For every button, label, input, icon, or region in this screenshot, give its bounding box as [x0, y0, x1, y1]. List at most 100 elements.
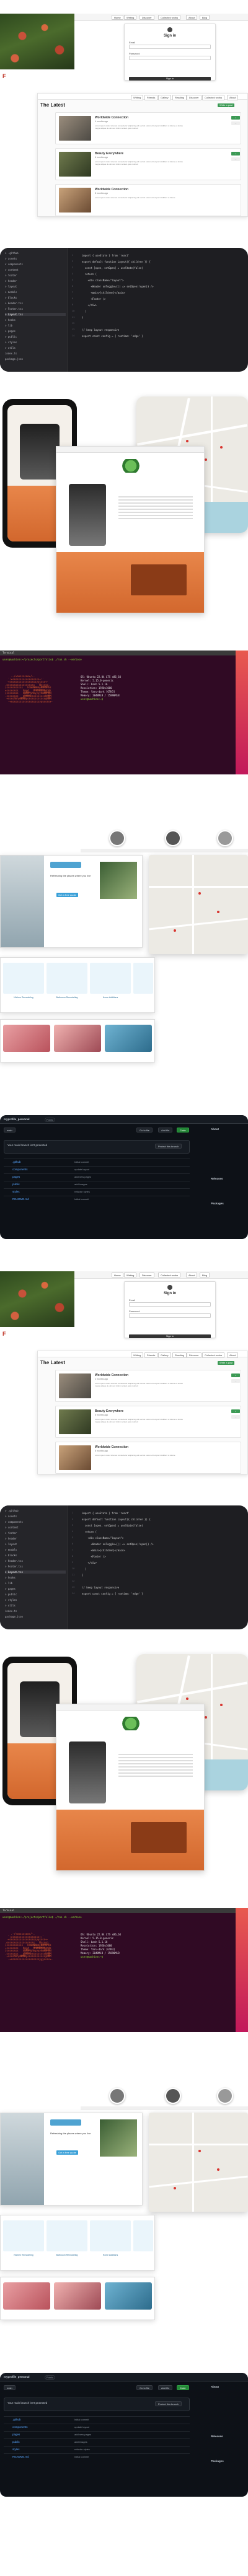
avatar[interactable] — [217, 2088, 233, 2104]
file-tree-item[interactable]: > public — [5, 1593, 17, 1596]
nav-writing[interactable]: Writing — [124, 1273, 137, 1277]
nav-home[interactable]: Home — [112, 15, 123, 20]
file-tree-item[interactable]: > Header.tsx — [5, 302, 23, 305]
gallery-photo[interactable] — [54, 1025, 101, 1052]
protect-branch-button[interactable]: Protect this branch — [155, 2401, 182, 2406]
commit-message[interactable]: add new pages — [74, 1175, 91, 1178]
protect-branch-button[interactable]: Protect this branch — [155, 1144, 182, 1149]
file-tree-item[interactable]: > .github — [5, 252, 19, 255]
code-line[interactable]: } — [82, 1574, 83, 1577]
file-name[interactable]: pages — [12, 2433, 20, 2436]
tab-writing[interactable]: Writing — [131, 95, 144, 100]
file-name[interactable]: public — [12, 1183, 20, 1186]
code-line[interactable]: const [open, setOpen] = useState(false) — [82, 1524, 143, 1527]
file-tree-item[interactable]: > header — [5, 279, 17, 283]
avatar[interactable] — [165, 830, 181, 846]
service-card[interactable] — [90, 963, 131, 994]
nav-collected[interactable]: Collected works — [158, 15, 181, 20]
file-tree-item[interactable]: > lib — [5, 1582, 12, 1585]
code-line[interactable]: <main>{children}</main> — [82, 1549, 125, 1552]
file-name[interactable]: .github — [12, 1160, 21, 1163]
tab-gallery[interactable]: Gallery — [158, 95, 171, 100]
file-tree-item[interactable]: index.ts — [5, 1610, 17, 1613]
file-name[interactable]: .github — [12, 2418, 21, 2421]
file-row[interactable] — [4, 2438, 190, 2445]
file-row[interactable] — [4, 1188, 190, 1194]
tab-collected[interactable]: Collected works — [202, 1352, 225, 1358]
tab-gallery[interactable]: Gallery — [158, 1352, 171, 1358]
code-line[interactable]: <div className="layout"> — [82, 279, 124, 282]
map-pin-icon[interactable] — [186, 440, 188, 442]
file-tree-item[interactable]: v components — [5, 263, 23, 266]
commit-message[interactable]: refactor styles — [74, 2448, 90, 2451]
write-post-button[interactable]: Write a post — [218, 103, 235, 107]
file-tree-item[interactable]: > styles — [5, 341, 17, 344]
file-row[interactable] — [4, 2431, 190, 2437]
file-name[interactable]: public — [12, 2440, 20, 2443]
nav-discover[interactable]: Discover — [140, 15, 154, 20]
file-tree-item[interactable]: > pages — [5, 330, 16, 333]
code-button[interactable]: Code — [177, 1128, 189, 1132]
commit-message[interactable]: Initial commit — [74, 2418, 89, 2421]
file-tree-item[interactable]: index.ts — [5, 352, 17, 355]
file-tree-item[interactable]: package.json — [5, 357, 23, 361]
password-field[interactable] — [129, 56, 211, 60]
quote-button[interactable]: Get a free quote — [56, 893, 78, 897]
file-row[interactable] — [4, 1181, 190, 1187]
map-pin-icon[interactable] — [198, 892, 201, 895]
tab-reading[interactable]: Reading — [172, 1352, 187, 1358]
map-pin-icon[interactable] — [186, 1698, 188, 1700]
service-card[interactable] — [3, 963, 44, 994]
file-row[interactable] — [4, 1159, 190, 1165]
file-tree-item[interactable]: > .github — [5, 1509, 19, 1512]
file-tree-item[interactable]: > utils — [5, 1604, 16, 1607]
commit-message[interactable]: add new pages — [74, 2433, 91, 2436]
tab-friends[interactable]: Friends — [144, 95, 158, 100]
nav-about[interactable]: About — [186, 15, 198, 20]
nav-blog[interactable]: Blog — [200, 15, 210, 20]
commit-message[interactable]: add images — [74, 1183, 87, 1186]
file-row[interactable] — [4, 2446, 190, 2452]
nav-discover[interactable]: Discover — [140, 1273, 154, 1277]
code-line[interactable]: const [open, setOpen] = useState(false) — [82, 266, 143, 269]
tab-friends[interactable]: Friends — [144, 1352, 158, 1358]
file-row[interactable] — [4, 2416, 190, 2422]
code-line[interactable]: } — [82, 316, 83, 319]
gallery-photo[interactable] — [3, 2282, 50, 2310]
branch-selector[interactable]: main — [4, 2385, 16, 2390]
code-line[interactable]: import { useState } from 'react' — [82, 1512, 130, 1515]
code-line[interactable]: <div className="layout"> — [82, 1536, 124, 1540]
file-tree-item[interactable]: > Footer.tsx — [5, 307, 23, 310]
write-post-button[interactable]: Write a post — [218, 1361, 235, 1365]
file-name[interactable]: components — [12, 2425, 28, 2429]
code-line[interactable]: <Header onToggle={() => setOpen(!open)} … — [82, 285, 153, 288]
file-tree-item[interactable]: > blocks — [5, 1554, 17, 1557]
add-file-button[interactable]: Add file — [158, 2385, 173, 2390]
map-pin-icon[interactable] — [217, 911, 219, 913]
commit-message[interactable]: update layout — [74, 2425, 89, 2429]
gallery-photo[interactable] — [105, 1025, 152, 1052]
service-card[interactable] — [46, 2220, 87, 2251]
code-line[interactable]: <Footer /> — [82, 297, 105, 300]
code-line[interactable]: export default function Layout({ childre… — [82, 1518, 151, 1521]
file-tree-item[interactable]: > Header.tsx — [5, 1559, 23, 1562]
tab-writing[interactable]: Writing — [131, 1352, 144, 1358]
file-tree-item[interactable]: > content — [5, 1526, 19, 1529]
file-tree-item[interactable]: > blocks — [5, 296, 17, 299]
repo-name[interactable]: myprofile_personal — [4, 2375, 30, 2378]
password-field[interactable] — [129, 1313, 211, 1318]
nav-about[interactable]: About — [186, 1273, 198, 1277]
commit-message[interactable]: Initial commit — [74, 2455, 89, 2458]
code-line[interactable]: <Header onToggle={() => setOpen(!open)} … — [82, 1543, 153, 1546]
add-file-button[interactable]: Add file — [158, 1128, 173, 1132]
gallery-photo[interactable] — [3, 1025, 50, 1052]
code-line[interactable]: ) — [82, 310, 86, 313]
nav-blog[interactable]: Blog — [200, 1273, 210, 1277]
file-row[interactable] — [4, 1166, 190, 1172]
nav-collected[interactable]: Collected works — [158, 1273, 181, 1277]
commit-message[interactable]: update layout — [74, 1168, 89, 1171]
map-pin-icon[interactable] — [198, 2150, 201, 2152]
code-line[interactable]: <main>{children}</main> — [82, 291, 125, 294]
file-tree-item[interactable]: > layout — [5, 1543, 17, 1546]
comment-button[interactable]: … — [231, 1415, 240, 1419]
